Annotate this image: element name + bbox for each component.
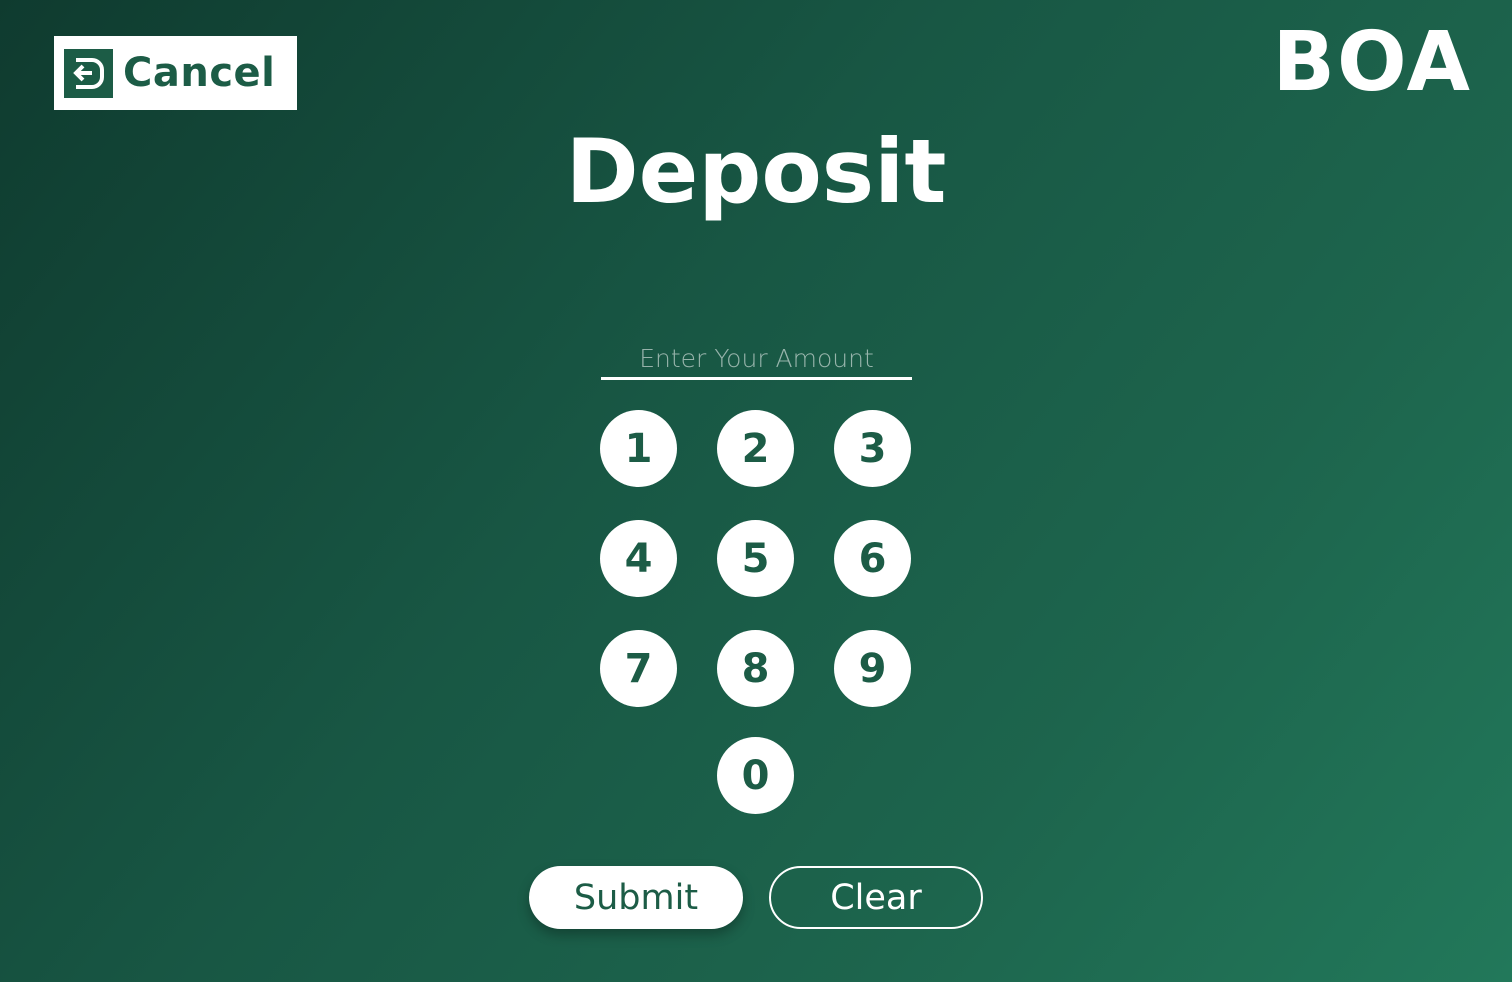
keypad-key-5[interactable]: 5 [717,520,794,597]
keypad-key-2[interactable]: 2 [717,410,794,487]
exit-arrow-icon [64,48,113,98]
keypad-key-4[interactable]: 4 [600,520,677,597]
amount-input[interactable] [601,340,912,380]
cancel-button[interactable]: Cancel [54,36,297,110]
clear-button[interactable]: Clear [769,866,983,929]
keypad-key-8[interactable]: 8 [717,630,794,707]
keypad-key-7[interactable]: 7 [600,630,677,707]
keypad-key-1[interactable]: 1 [600,410,677,487]
keypad-key-6[interactable]: 6 [834,520,911,597]
submit-button[interactable]: Submit [529,866,743,929]
keypad-key-3[interactable]: 3 [834,410,911,487]
cancel-label: Cancel [123,50,276,96]
page-title: Deposit [565,120,947,223]
brand-logo: BOA [1272,15,1472,110]
keypad-key-9[interactable]: 9 [834,630,911,707]
keypad-key-0[interactable]: 0 [717,737,794,814]
